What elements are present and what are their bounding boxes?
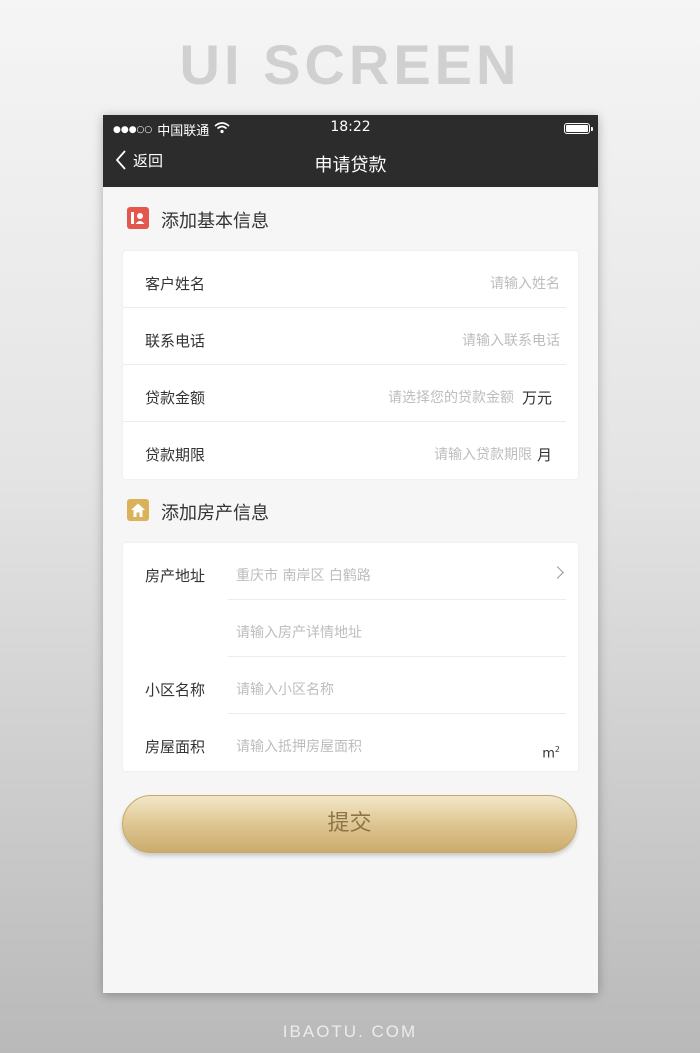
phone-input[interactable]: 请输入联系电话 bbox=[462, 330, 560, 350]
unit-label: 万元 bbox=[521, 389, 552, 407]
section-title-property: 添加房产信息 bbox=[161, 503, 269, 524]
submit-button[interactable]: 提交 bbox=[122, 795, 577, 853]
field-label: 联系电话 bbox=[145, 332, 206, 350]
name-input[interactable]: 请输入姓名 bbox=[490, 273, 560, 293]
banner-title: UI SCREEN bbox=[179, 33, 521, 96]
form-row-term[interactable]: 贷款期限 请输入贷款期限 月 bbox=[123, 422, 578, 479]
form-row-phone[interactable]: 联系电话 请输入联系电话 bbox=[123, 308, 578, 365]
address-select[interactable]: 重庆市 南岸区 白鹤路 bbox=[236, 565, 371, 585]
status-bar: ●●●○○ 中国联通 18:22 bbox=[103, 115, 598, 141]
nav-bar: 返回 申请贷款 bbox=[103, 141, 598, 187]
form-row-name[interactable]: 客户姓名 请输入姓名 bbox=[123, 251, 578, 308]
unit-label: 月 bbox=[536, 446, 552, 464]
field-label: 贷款期限 bbox=[145, 446, 206, 464]
section-title-basic: 添加基本信息 bbox=[161, 211, 269, 232]
phone-screen: ●●●○○ 中国联通 18:22 返回 申请贷款 添加基本信息 客户姓名 请输入… bbox=[103, 115, 598, 993]
basic-info-card: 客户姓名 请输入姓名 联系电话 请输入联系电话 贷款金额 请选择您的贷款金额 万… bbox=[123, 251, 578, 479]
footer-watermark: IBAOTU. COM bbox=[282, 1022, 418, 1041]
status-time: 18:22 bbox=[330, 119, 371, 135]
unit-label: m2 bbox=[542, 745, 560, 762]
field-label: 房屋面积 bbox=[145, 738, 206, 756]
top-bar: ●●●○○ 中国联通 18:22 返回 申请贷款 bbox=[103, 115, 598, 187]
area-input[interactable]: 请输入抵押房屋面积 bbox=[236, 736, 362, 756]
property-info-card: 房产地址 重庆市 南岸区 白鹤路 请输入房产详情地址 小区名称 请输入小区名称 … bbox=[123, 543, 578, 771]
house-icon bbox=[127, 499, 149, 521]
community-name-input[interactable]: 请输入小区名称 bbox=[236, 679, 334, 699]
field-label: 客户姓名 bbox=[145, 275, 206, 293]
form-row-address-detail[interactable]: 请输入房产详情地址 bbox=[123, 600, 578, 657]
section-basic-info: 添加基本信息 bbox=[103, 187, 598, 251]
field-label: 房产地址 bbox=[145, 567, 206, 585]
form-row-amount[interactable]: 贷款金额 请选择您的贷款金额 万元 bbox=[123, 365, 578, 422]
form-row-community[interactable]: 小区名称 请输入小区名称 bbox=[123, 657, 578, 714]
submit-area: 提交 bbox=[103, 771, 598, 853]
battery-icon bbox=[564, 123, 593, 134]
page-title: 申请贷款 bbox=[314, 155, 387, 176]
loan-amount-input[interactable]: 请选择您的贷款金额 bbox=[388, 387, 514, 407]
chevron-right-icon[interactable] bbox=[551, 566, 564, 579]
contact-card-icon bbox=[127, 207, 149, 229]
form-row-area[interactable]: 房屋面积 请输入抵押房屋面积 m2 bbox=[123, 714, 578, 771]
loan-term-input[interactable]: 请输入贷款期限 bbox=[434, 444, 532, 464]
form-row-address[interactable]: 房产地址 重庆市 南岸区 白鹤路 bbox=[123, 543, 578, 600]
section-property-info: 添加房产信息 bbox=[103, 479, 598, 543]
field-label: 小区名称 bbox=[145, 681, 206, 699]
field-label: 贷款金额 bbox=[145, 389, 206, 407]
address-detail-input[interactable]: 请输入房产详情地址 bbox=[236, 622, 362, 642]
